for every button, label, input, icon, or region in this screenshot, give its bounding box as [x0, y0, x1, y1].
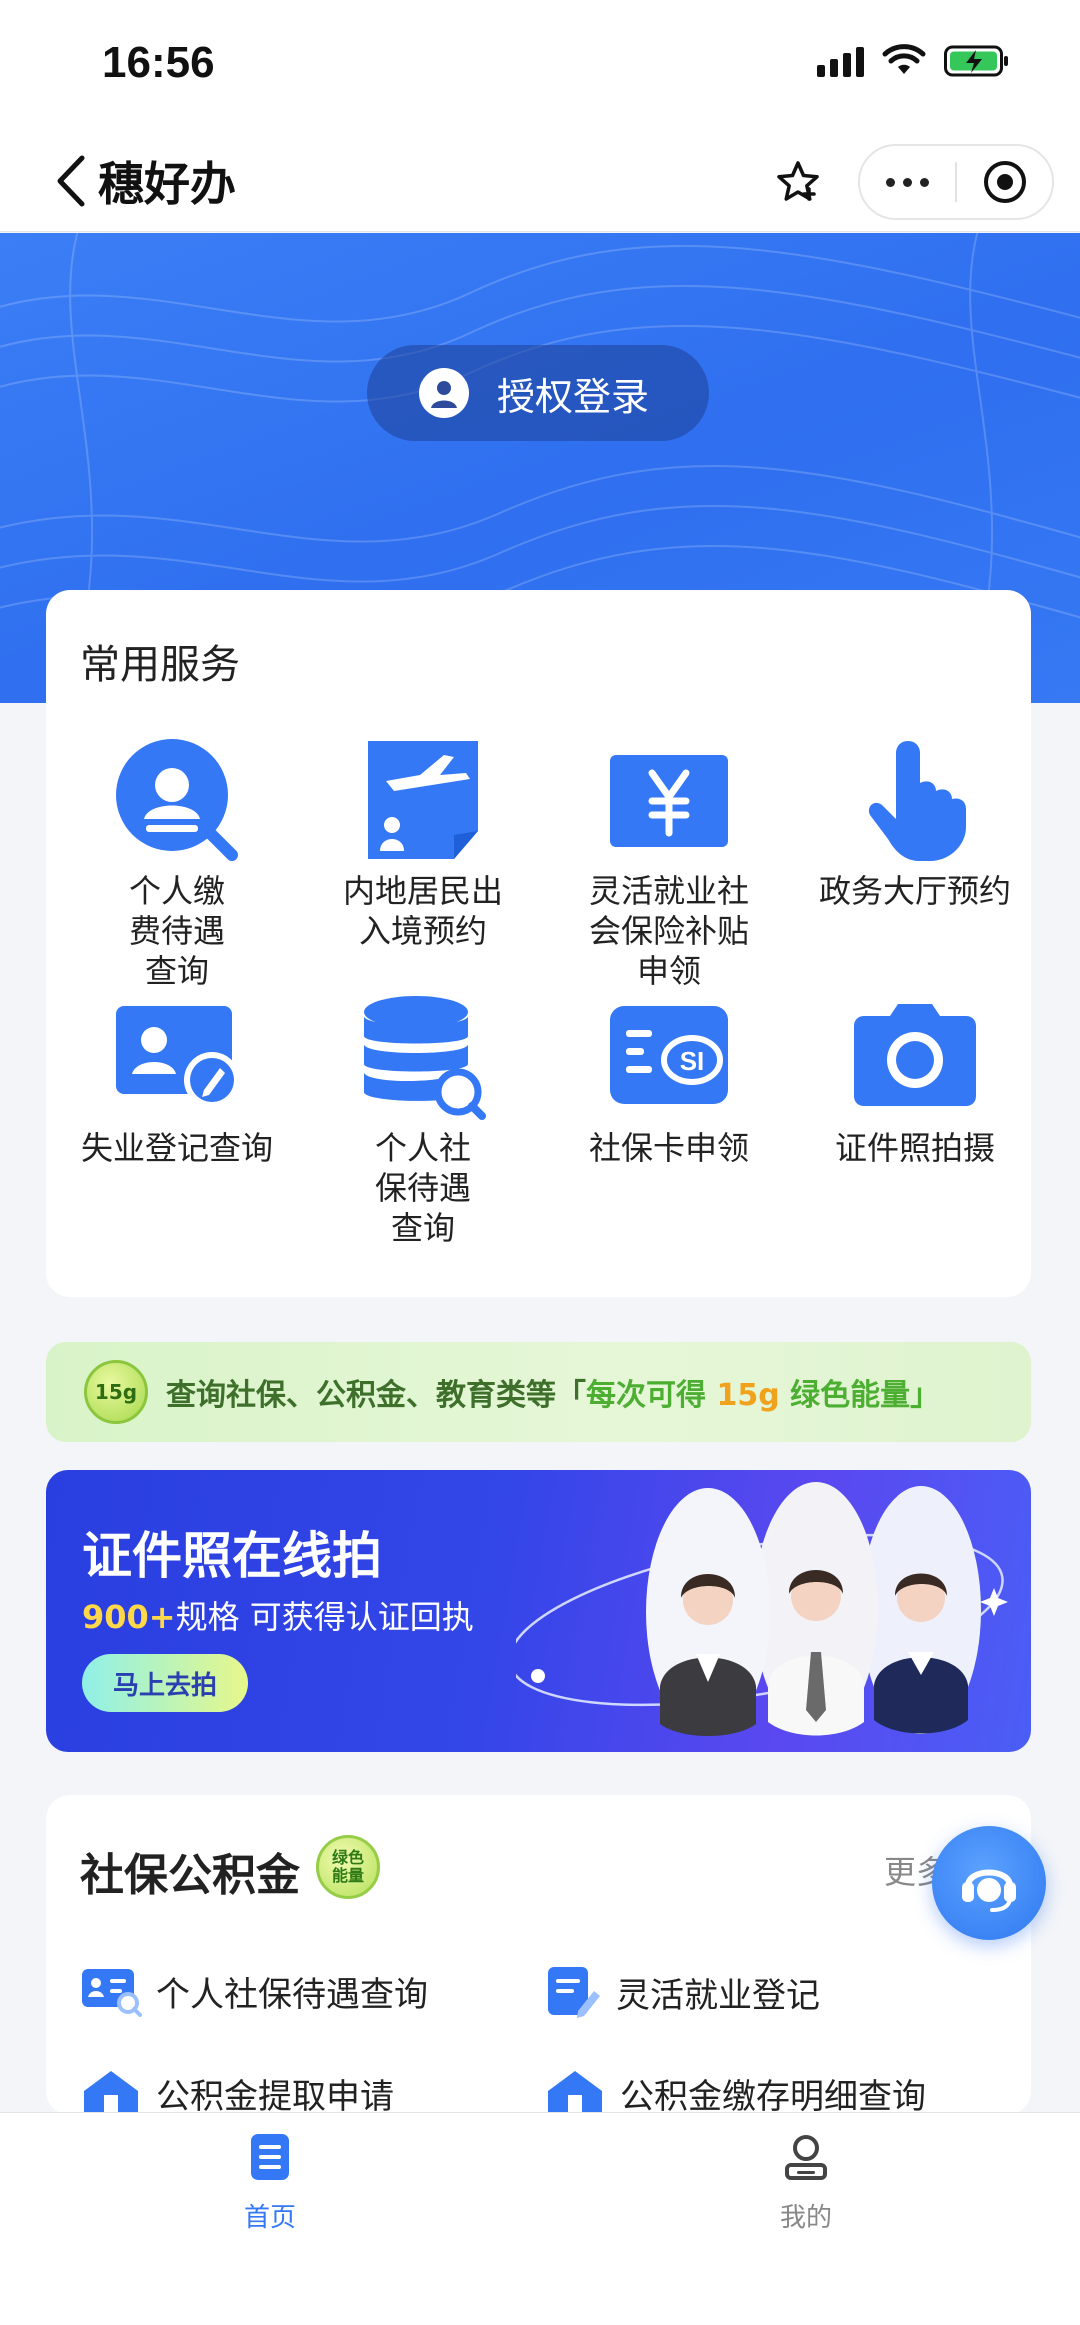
mini-program-capsule [858, 144, 1054, 220]
headset-icon [962, 1869, 1016, 1912]
common-services-card: 常用服务 个人缴 费待遇 查询 内地居民出 入境预约 灵活就业社 会保险补贴 申… [46, 590, 1031, 1297]
service-unemployment-registration-query[interactable]: 失业登记查询 [54, 992, 300, 1168]
database-search-icon [358, 992, 488, 1122]
document-edit-icon [548, 1967, 600, 2018]
login-label: 授权登录 [497, 374, 650, 419]
star-icon [777, 161, 819, 201]
section-title: 社保公积金 [80, 1850, 300, 1901]
green-energy-badge: 15g [84, 1360, 148, 1424]
status-time: 16:56 [102, 38, 215, 87]
shebao-item-benefit-query[interactable]: 个人社保待遇查询 [80, 1965, 428, 2017]
service-label: 个人社 保待遇 查询 [374, 1129, 471, 1247]
nav-bar: 穗好办 [0, 130, 1080, 232]
authorize-login-button[interactable]: 授权登录 [367, 345, 709, 441]
green-energy-badge: 绿色 能量 [316, 1835, 380, 1899]
service-personal-payment-query[interactable]: 个人缴 费待遇 查询 [54, 735, 300, 991]
page-title: 穗好办 [98, 157, 236, 211]
promo-title: 证件照在线拍 [82, 1527, 382, 1585]
avatar-icon [419, 368, 469, 418]
service-entry-exit-appointment[interactable]: 内地居民出 入境预约 [300, 735, 546, 951]
service-label: 内地居民出 入境预约 [342, 872, 503, 950]
id-card-edit-icon [112, 992, 242, 1122]
tab-mine[interactable]: 我的 [706, 2129, 906, 2234]
service-label: 灵活就业社 会保险补贴 申领 [588, 872, 749, 990]
promo-subtitle-rest: 规格 可获得认证回执 [175, 1598, 474, 1636]
service-personal-insurance-benefit-query[interactable]: 个人社 保待遇 查询 [300, 992, 546, 1248]
service-label: 失业登记查询 [80, 1129, 273, 1167]
back-icon[interactable] [52, 152, 92, 210]
cellular-signal-icon [817, 45, 864, 77]
pointing-hand-icon [850, 735, 980, 865]
shebao-item-label: 灵活就业登记 [616, 1975, 820, 2016]
close-target-icon[interactable] [957, 159, 1052, 205]
shebao-item-label: 公积金缴存明细查询 [620, 2076, 926, 2117]
energy-banner-text: 查询社保、公积金、教育类等「每次可得 15g 绿色能量」 [166, 1370, 940, 1414]
yuan-icon [604, 735, 734, 865]
favorite-button[interactable] [760, 144, 836, 220]
shebao-item-flexible-employment[interactable]: 灵活就业登记 [544, 1965, 820, 2019]
wifi-icon [882, 44, 926, 74]
shebao-item-label: 公积金提取申请 [156, 2076, 394, 2117]
promo-portraits-illustration [516, 1482, 1008, 1736]
social-insurance-fund-card: 社保公积金 绿色 能量 更多 个人社保待遇查询 灵活就业登记 公积金提取申请 公… [46, 1795, 1031, 2117]
tab-home[interactable]: 首页 [170, 2129, 370, 2234]
id-photo-promo-banner[interactable]: 证件照在线拍 900+规格 可获得认证回执 马上去拍 [46, 1470, 1031, 1752]
more-icon[interactable] [860, 177, 955, 187]
service-label: 证件照拍摄 [834, 1129, 995, 1167]
tab-label: 首页 [243, 2203, 296, 2233]
service-label: 社保卡申领 [588, 1129, 749, 1167]
svg-text:SI: SI [680, 1046, 705, 1076]
service-id-photo-shooting[interactable]: 证件照拍摄 [792, 992, 1038, 1168]
battery-charging-icon [944, 45, 1008, 77]
service-label: 政务大厅预约 [818, 872, 1011, 910]
id-card-search-icon [82, 1969, 142, 2017]
airplane-document-icon [358, 735, 488, 865]
shoot-now-button[interactable]: 马上去拍 [82, 1654, 248, 1712]
status-bar: 16:56 [0, 0, 1080, 130]
person-search-icon [112, 735, 242, 865]
service-label: 个人缴 费待遇 查询 [128, 872, 225, 990]
shebao-item-label: 个人社保待遇查询 [156, 1974, 428, 2015]
section-title: 常用服务 [80, 642, 240, 688]
service-social-security-card-application[interactable]: SI 社保卡申领 [546, 992, 792, 1168]
status-icons [817, 44, 1010, 78]
energy-amount: 15g [716, 1378, 780, 1413]
home-doc-icon [242, 2129, 298, 2185]
camera-icon [850, 992, 980, 1122]
service-government-hall-appointment[interactable]: 政务大厅预约 [792, 735, 1038, 911]
energy-text-prefix: 查询社保、公积金、教育类等「 [166, 1378, 586, 1413]
bottom-tab-bar: 首页 我的 [0, 2112, 1080, 2325]
energy-text-suffix: 绿色能量」 [779, 1378, 941, 1413]
service-flexible-employment-subsidy[interactable]: 灵活就业社 会保险补贴 申领 [546, 735, 792, 991]
promo-spec-count: 900+ [82, 1598, 176, 1636]
social-security-card-icon: SI [604, 992, 734, 1122]
green-energy-banner[interactable]: 15g 查询社保、公积金、教育类等「每次可得 15g 绿色能量」 [46, 1342, 1031, 1442]
tab-label: 我的 [779, 2203, 832, 2233]
energy-text-mid: 每次可得 [586, 1378, 717, 1413]
customer-service-button[interactable] [932, 1826, 1046, 1940]
user-icon [778, 2129, 834, 2185]
promo-subtitle: 900+规格 可获得认证回执 [82, 1592, 474, 1638]
